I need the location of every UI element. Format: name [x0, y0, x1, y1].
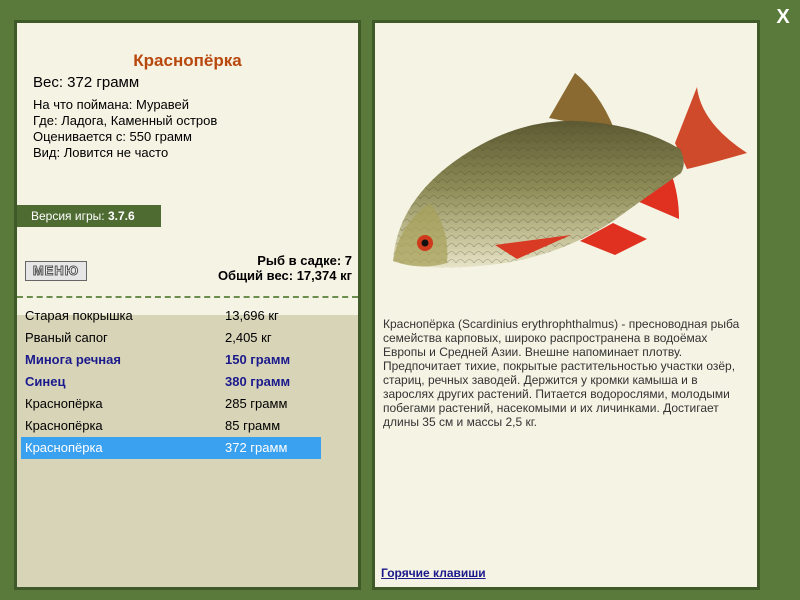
location-info: Где: Ладога, Каменный остров — [33, 113, 218, 128]
bait-info: На что поймана: Муравей — [33, 97, 190, 112]
catch-item-weight: 85 грамм — [225, 418, 281, 433]
catch-item-weight: 380 грамм — [225, 374, 291, 389]
catch-item-name: Краснопёрка — [25, 396, 103, 411]
version-label: Версия игры: — [31, 209, 105, 223]
tail-fin — [675, 87, 747, 169]
catch-item-weight: 2,405 кг — [225, 330, 272, 345]
catch-item-name: Краснопёрка — [25, 440, 103, 455]
catch-item-name: Краснопёрка — [25, 418, 103, 433]
catch-list-item[interactable]: Синец 380 грамм — [21, 371, 321, 393]
divider — [17, 296, 358, 298]
catch-item-name: Рваный сапог — [25, 330, 108, 345]
catch-item-name: Минога речная — [25, 352, 121, 367]
catch-list-item[interactable]: Краснопёрка 85 грамм — [21, 415, 321, 437]
version-value: 3.7.6 — [107, 209, 135, 223]
close-button[interactable]: X — [771, 6, 795, 28]
rarity-info: Вид: Ловится не часто — [33, 145, 169, 160]
fish-description: Краснопёрка (Scardinius erythrophthalmus… — [383, 317, 740, 429]
catch-list-item[interactable]: Рваный сапог 2,405 кг — [21, 327, 321, 349]
catch-item-name: Синец — [25, 374, 66, 389]
catch-item-weight: 372 грамм — [225, 440, 288, 455]
fish-picture-panel: Краснопёрка (Scardinius erythrophthalmus… — [372, 20, 760, 590]
fish-image — [393, 73, 747, 268]
fish-info-panel: Краснопёрка Вес: 372 грамм На что пойман… — [14, 20, 361, 590]
valuation-info: Оценивается с: 550 грамм — [33, 129, 192, 144]
fish-pupil — [421, 239, 429, 247]
catch-item-weight: 13,696 кг — [225, 308, 279, 323]
hotkeys-link[interactable]: Горячие клавиши — [381, 566, 486, 580]
catch-item-weight: 150 грамм — [225, 352, 291, 367]
catch-list-item[interactable]: Минога речная 150 грамм — [21, 349, 321, 371]
menu-button[interactable]: МЕНЮ — [25, 261, 87, 281]
catch-item-weight: 285 грамм — [225, 396, 288, 411]
catch-list-item[interactable]: Старая покрышка 13,696 кг — [21, 305, 321, 327]
catch-list-item[interactable]: Краснопёрка 285 грамм — [21, 393, 321, 415]
catch-item-name: Старая покрышка — [25, 308, 133, 323]
fish-weight: Вес: 372 грамм — [33, 74, 140, 91]
game-version: Версия игры: 3.7.6 — [17, 205, 161, 227]
fish-details: Краснопёрка Вес: 372 грамм На что пойман… — [17, 23, 358, 315]
keepnet-count: Рыб в садке: 7 — [257, 253, 352, 268]
catch-list-item[interactable]: Краснопёрка 372 грамм — [21, 437, 321, 459]
keepnet-total-weight: Общий вес: 17,374 кг — [217, 268, 352, 283]
fish-title: Краснопёрка — [133, 51, 242, 70]
